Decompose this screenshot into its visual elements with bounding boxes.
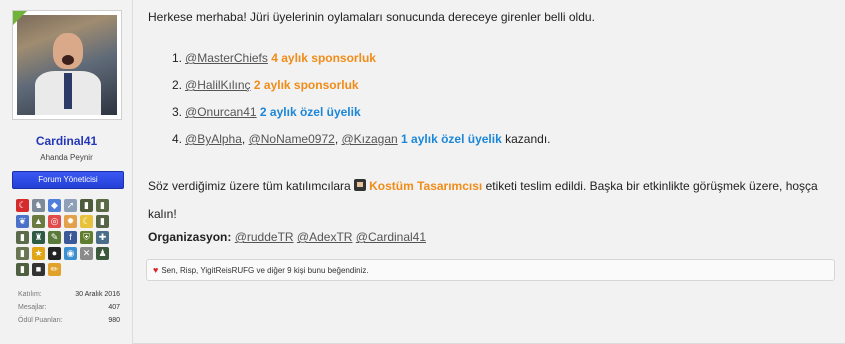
- winners-list: 1. @MasterChiefs 4 aylık sponsorluk 2. @Hal…: [172, 50, 551, 158]
- user-mention-link[interactable]: @Kızagan: [341, 132, 397, 146]
- winner-rank: 1.: [172, 51, 183, 65]
- target-icon[interactable]: ◎: [48, 215, 61, 228]
- moon-icon[interactable]: ☾: [80, 215, 93, 228]
- winner-item: 2. @HalilKılınç 2 aylık sponsorluk: [172, 77, 551, 104]
- closing-paragraph: Söz verdiğimiz üzere tüm katılımcılara K…: [148, 172, 828, 228]
- winner-prize: 2 aylık sponsorluk: [253, 78, 359, 92]
- facebook-icon[interactable]: f: [64, 231, 77, 244]
- gear-icon[interactable]: ✹: [64, 215, 77, 228]
- costume-icon[interactable]: ■: [32, 263, 45, 276]
- flag-icon[interactable]: ☾: [16, 199, 29, 212]
- bomb-icon[interactable]: ●: [48, 247, 61, 260]
- username-link[interactable]: Cardinal41: [0, 134, 133, 148]
- winner-rank: 2.: [172, 78, 183, 92]
- soldier-icon[interactable]: ♟: [96, 247, 109, 260]
- avatar[interactable]: [12, 10, 122, 120]
- closing-text-before: Söz verdiğimiz üzere tüm katılımcılara: [148, 179, 351, 193]
- intro-text: Herkese merhaba! Jüri üyelerinin oylamal…: [148, 10, 595, 24]
- winner-suffix: kazandı.: [505, 132, 551, 146]
- winner-rank: 4.: [172, 132, 183, 146]
- pill-icon[interactable]: ◆: [48, 199, 61, 212]
- rank-badge-icon[interactable]: ▮: [96, 215, 109, 228]
- user-mention-link[interactable]: @ByAlpha: [185, 132, 242, 146]
- winner-item: 1. @MasterChiefs 4 aylık sponsorluk: [172, 50, 551, 77]
- user-mention-link[interactable]: @MasterChiefs: [185, 51, 268, 65]
- user-mention-link[interactable]: @NoName0972: [249, 132, 335, 146]
- organizer-mention-link[interactable]: @ruddeTR: [235, 230, 294, 244]
- winner-prize: 2 aylık özel üyelik: [259, 105, 361, 119]
- winner-rank: 3.: [172, 105, 183, 119]
- winner-prize: 1 aylık özel üyelik: [401, 132, 502, 146]
- organizer-mention-link[interactable]: @AdexTR: [297, 230, 353, 244]
- knife-icon[interactable]: ✎: [48, 231, 61, 244]
- award-icon[interactable]: ▮: [16, 263, 29, 276]
- stat-row: Ödül Puanları: 980: [18, 314, 120, 327]
- winner-prize: 4 aylık sponsorluk: [271, 51, 376, 65]
- globe-icon[interactable]: ◉: [64, 247, 77, 260]
- crossed-swords-icon[interactable]: ✕: [80, 247, 93, 260]
- organizer-mention-link[interactable]: @Cardinal41: [356, 230, 426, 244]
- user-title: Ahanda Peynir: [40, 153, 93, 162]
- organizers-line: Organizasyon: @ruddeTR @AdexTR @Cardinal…: [148, 230, 426, 244]
- soldier-icon[interactable]: ♜: [32, 231, 45, 244]
- online-status-icon: [13, 11, 27, 25]
- likes-summary[interactable]: ♥ Sen, Risp, YigitReisRUFG ve diğer 9 kiş…: [146, 259, 835, 281]
- winner-item: 4. @ByAlpha, @NoName0972, @Kızagan 1 aylı…: [172, 132, 551, 146]
- star-icon[interactable]: ★: [32, 247, 45, 260]
- stat-label: Ödül Puanları:: [18, 317, 63, 324]
- winner-item: 3. @Onurcan41 2 aylık özel üyelik: [172, 104, 551, 131]
- avatar-image: [17, 15, 117, 115]
- rank-badge-icon[interactable]: ▮: [16, 231, 29, 244]
- laurel-icon[interactable]: ❦: [16, 215, 29, 228]
- likes-text: Sen, Risp, YigitReisRUFG ve diğer 9 kişi…: [161, 266, 369, 275]
- trophy-scene-icon[interactable]: ♞: [32, 199, 45, 212]
- rocket-icon[interactable]: ➚: [64, 199, 77, 212]
- ribbon-icon[interactable]: ✚: [96, 231, 109, 244]
- rank-badge-icon[interactable]: ▮: [80, 199, 93, 212]
- costume-label: Kostüm Tasarımcısı: [369, 179, 483, 193]
- rank-badge-icon[interactable]: ▮: [16, 247, 29, 260]
- stat-value: 980: [108, 317, 120, 324]
- user-mention-link[interactable]: @Onurcan41: [185, 105, 257, 119]
- stat-row: Katılım: 30 Aralık 2016: [18, 288, 120, 301]
- user-stats: Katılım: 30 Aralık 2016 Mesajlar: 407 Ödül P…: [18, 288, 120, 327]
- stat-value: 407: [108, 304, 120, 311]
- forum-post: Cardinal41 Ahanda Peynir Forum Yöneticis…: [0, 0, 845, 344]
- stat-label: Mesajlar:: [18, 304, 47, 311]
- trophy-list: ☾ ♞ ◆ ➚ ▮ ▮ ❦ ▲ ◎ ✹ ☾ ▮ ▮ ♜ ✎ f ⛨ ✚ ▮ ★ ● ◉ ✕ ♟ ▮ ■ ✏: [16, 199, 122, 276]
- role-banner: Forum Yöneticisi: [12, 171, 124, 189]
- user-mention-link[interactable]: @HalilKılınç: [185, 78, 251, 92]
- stat-label: Katılım:: [18, 291, 42, 298]
- stat-value: 30 Aralık 2016: [75, 291, 120, 298]
- tank-icon[interactable]: ▲: [32, 215, 45, 228]
- rank-badge-icon[interactable]: ▮: [96, 199, 109, 212]
- heart-icon: ♥: [153, 265, 159, 275]
- stat-row: Mesajlar: 407: [18, 301, 120, 314]
- user-sidebar: Cardinal41 Ahanda Peynir Forum Yöneticis…: [0, 0, 133, 344]
- pencil-icon[interactable]: ✏: [48, 263, 61, 276]
- costume-icon: [354, 179, 367, 191]
- shield-icon[interactable]: ⛨: [80, 231, 93, 244]
- organizers-label: Organizasyon:: [148, 230, 232, 244]
